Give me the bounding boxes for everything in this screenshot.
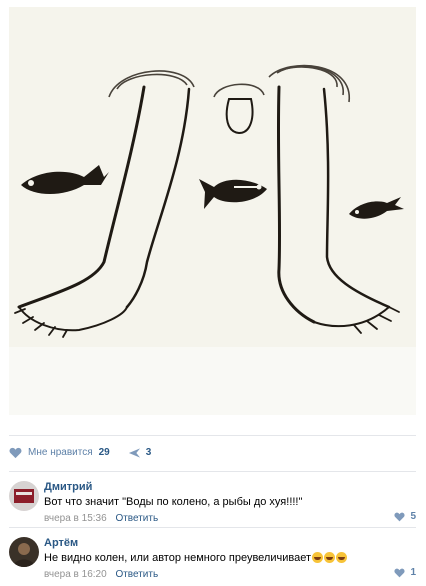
comment-text-body: Не видно колен, или автор немного преуве… [44,552,311,564]
post-actions: Мне нравится 29 3 [9,435,416,469]
like-label: Мне нравится [28,447,93,458]
comment: Дмитрий Вот что значит "Воды по колено, … [9,471,416,527]
comment-text: Не видно колен, или автор немного преуве… [44,552,347,564]
laughing-emoji [324,552,335,563]
comment-text: Вот что значит "Воды по колено, а рыбы д… [44,496,303,508]
laughing-emoji [336,552,347,563]
comment-like-count: 5 [410,511,416,522]
fish-left [21,165,109,194]
reply-link[interactable]: Ответить [115,569,158,580]
heart-icon [394,568,405,577]
like-button[interactable]: Мне нравится 29 [9,447,110,459]
comment-like-count: 1 [410,567,416,578]
heart-icon [394,512,405,521]
comment-author[interactable]: Артём [44,537,78,549]
avatar[interactable] [9,481,39,511]
comment-time[interactable]: вчера в 15:36 [44,513,107,524]
share-icon [128,447,140,458]
like-count: 29 [98,447,110,458]
fish-middle [199,179,267,209]
avatar[interactable] [9,537,39,567]
legs-fish-drawing [9,64,416,415]
reply-link[interactable]: Ответить [115,513,158,524]
comment-like-button[interactable]: 5 [394,511,416,522]
heart-icon [9,447,22,458]
comment-like-button[interactable]: 1 [394,567,416,578]
comment-meta: вчера в 16:20 Ответить [44,569,158,580]
comment: Артём Не видно колен, или автор немного … [9,527,416,583]
comments-list: Дмитрий Вот что значит "Воды по колено, … [0,471,426,583]
comment-time[interactable]: вчера в 16:20 [44,569,107,580]
post-image[interactable] [9,7,416,415]
fish-right [349,197,404,219]
share-button[interactable]: 3 [128,447,152,459]
laughing-emoji [312,552,323,563]
comment-author[interactable]: Дмитрий [44,481,92,493]
share-count: 3 [145,447,152,458]
comment-meta: вчера в 15:36 Ответить [44,513,158,524]
